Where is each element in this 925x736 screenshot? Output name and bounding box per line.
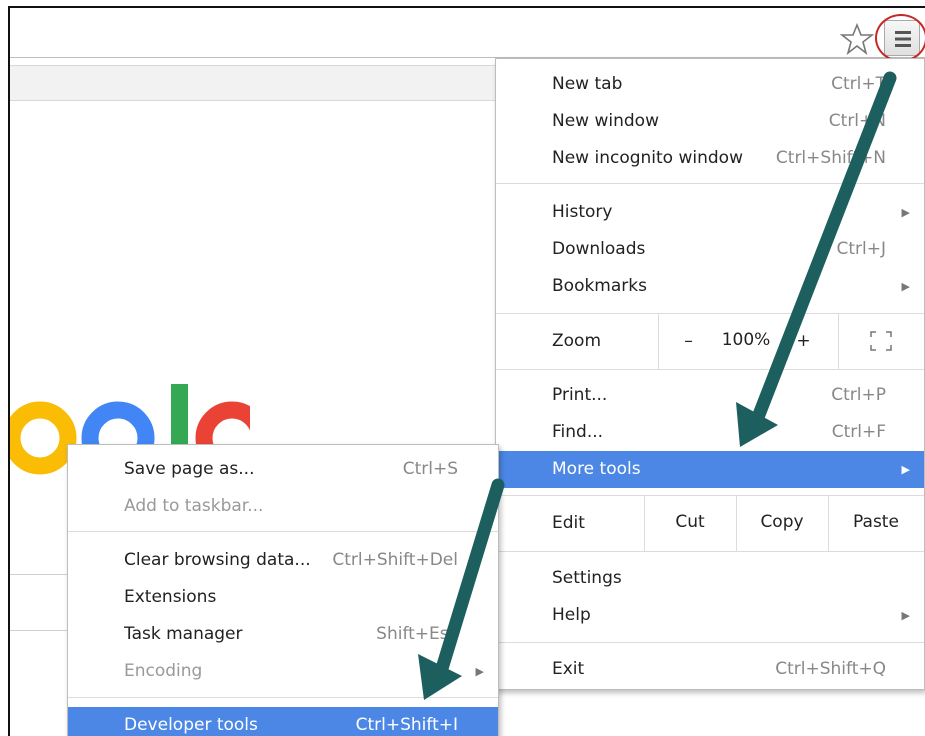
menu-item-downloads[interactable]: Downloads Ctrl+J (496, 231, 924, 268)
menu-button-highlight-circle (875, 14, 925, 62)
menu-separator (496, 183, 924, 184)
menu-item-shortcut: Ctrl+F (831, 422, 886, 442)
star-outline-icon[interactable] (839, 22, 875, 56)
chevron-right-icon: ▶ (475, 665, 484, 678)
chevron-right-icon: ▶ (901, 280, 910, 293)
menu-item-settings[interactable]: Settings (496, 560, 924, 597)
chevron-right-icon: ▶ (901, 609, 910, 622)
page-toolbar-strip (10, 65, 500, 101)
fullscreen-icon[interactable] (870, 331, 892, 351)
menu-item-label: Downloads (552, 239, 646, 259)
more-tools-submenu: Save page as... Ctrl+S Add to taskbar...… (67, 444, 499, 736)
menu-item-label: Extensions (124, 587, 217, 607)
menu-item-shortcut: Ctrl+N (828, 111, 886, 131)
menu-separator (496, 551, 924, 552)
menu-item-label: Clear browsing data... (124, 550, 311, 570)
menu-item-print[interactable]: Print... Ctrl+P (496, 377, 924, 414)
menu-item-shortcut: Ctrl+Shift+Del (332, 550, 458, 570)
submenu-item-add-to-taskbar[interactable]: Add to taskbar... (68, 488, 498, 525)
menu-item-label: Help (552, 605, 591, 625)
menu-item-label: History (552, 202, 613, 222)
menu-item-label: New incognito window (552, 148, 743, 168)
edit-label: Edit (552, 513, 585, 533)
address-bar[interactable] (10, 8, 925, 58)
zoom-level-value: 100% (721, 330, 771, 350)
zoom-label: Zoom (552, 331, 602, 351)
menu-cell-divider (838, 313, 839, 369)
submenu-item-extensions[interactable]: Extensions (68, 579, 498, 616)
menu-item-exit[interactable]: Exit Ctrl+Shift+Q (496, 651, 924, 688)
menu-item-new-incognito-window[interactable]: New incognito window Ctrl+Shift+N (496, 140, 924, 177)
menu-item-shortcut: Ctrl+Shift+Q (775, 659, 886, 679)
menu-item-shortcut: Ctrl+S (402, 459, 458, 479)
submenu-item-clear-browsing-data[interactable]: Clear browsing data... Ctrl+Shift+Del (68, 542, 498, 579)
menu-item-label: Task manager (124, 624, 243, 644)
menu-separator (496, 369, 924, 370)
submenu-item-task-manager[interactable]: Task manager Shift+Esc (68, 616, 498, 653)
page-divider (10, 630, 70, 631)
menu-item-label: Find... (552, 422, 604, 442)
submenu-item-developer-tools[interactable]: Developer tools Ctrl+Shift+I (68, 707, 498, 736)
menu-item-more-tools[interactable]: More tools ▶ (496, 451, 924, 488)
menu-item-label: New tab (552, 74, 623, 94)
zoom-out-button[interactable]: – (666, 313, 711, 369)
chevron-right-icon: ▶ (901, 206, 910, 219)
menu-item-shortcut: Ctrl+P (831, 385, 886, 405)
submenu-item-save-page-as[interactable]: Save page as... Ctrl+S (68, 451, 498, 488)
menu-item-help[interactable]: Help ▶ (496, 597, 924, 634)
paste-button[interactable]: Paste (828, 495, 924, 551)
menu-item-label: Developer tools (124, 715, 258, 735)
menu-item-label: Encoding (124, 661, 203, 681)
menu-separator (68, 697, 498, 698)
menu-cell-divider (658, 313, 659, 369)
zoom-in-button[interactable]: + (781, 313, 826, 369)
copy-button[interactable]: Copy (736, 495, 828, 551)
menu-item-label: Bookmarks (552, 276, 647, 296)
menu-separator (496, 642, 924, 643)
menu-item-new-window[interactable]: New window Ctrl+N (496, 103, 924, 140)
page-divider (10, 574, 70, 575)
menu-item-shortcut: Shift+Esc (376, 624, 458, 644)
menu-item-label: More tools (552, 459, 641, 479)
cut-button[interactable]: Cut (644, 495, 736, 551)
menu-item-label: Add to taskbar... (124, 496, 264, 516)
submenu-item-encoding[interactable]: Encoding ▶ (68, 653, 498, 690)
menu-item-shortcut: Ctrl+T (831, 74, 886, 94)
menu-separator (68, 531, 498, 532)
menu-item-shortcut: Ctrl+Shift+I (355, 715, 458, 735)
menu-item-new-tab[interactable]: New tab Ctrl+T (496, 66, 924, 103)
chrome-main-menu: New tab Ctrl+T New window Ctrl+N New inc… (495, 58, 925, 690)
menu-item-label: Save page as... (124, 459, 255, 479)
menu-item-label: Settings (552, 568, 622, 588)
menu-item-shortcut: Ctrl+J (836, 239, 886, 259)
menu-item-label: New window (552, 111, 659, 131)
chevron-right-icon: ▶ (901, 463, 910, 476)
menu-item-shortcut: Ctrl+Shift+N (775, 148, 886, 168)
menu-item-find[interactable]: Find... Ctrl+F (496, 414, 924, 451)
menu-item-history[interactable]: History ▶ (496, 194, 924, 231)
menu-item-label: Exit (552, 659, 585, 679)
menu-item-bookmarks[interactable]: Bookmarks ▶ (496, 268, 924, 305)
menu-item-label: Print... (552, 385, 608, 405)
